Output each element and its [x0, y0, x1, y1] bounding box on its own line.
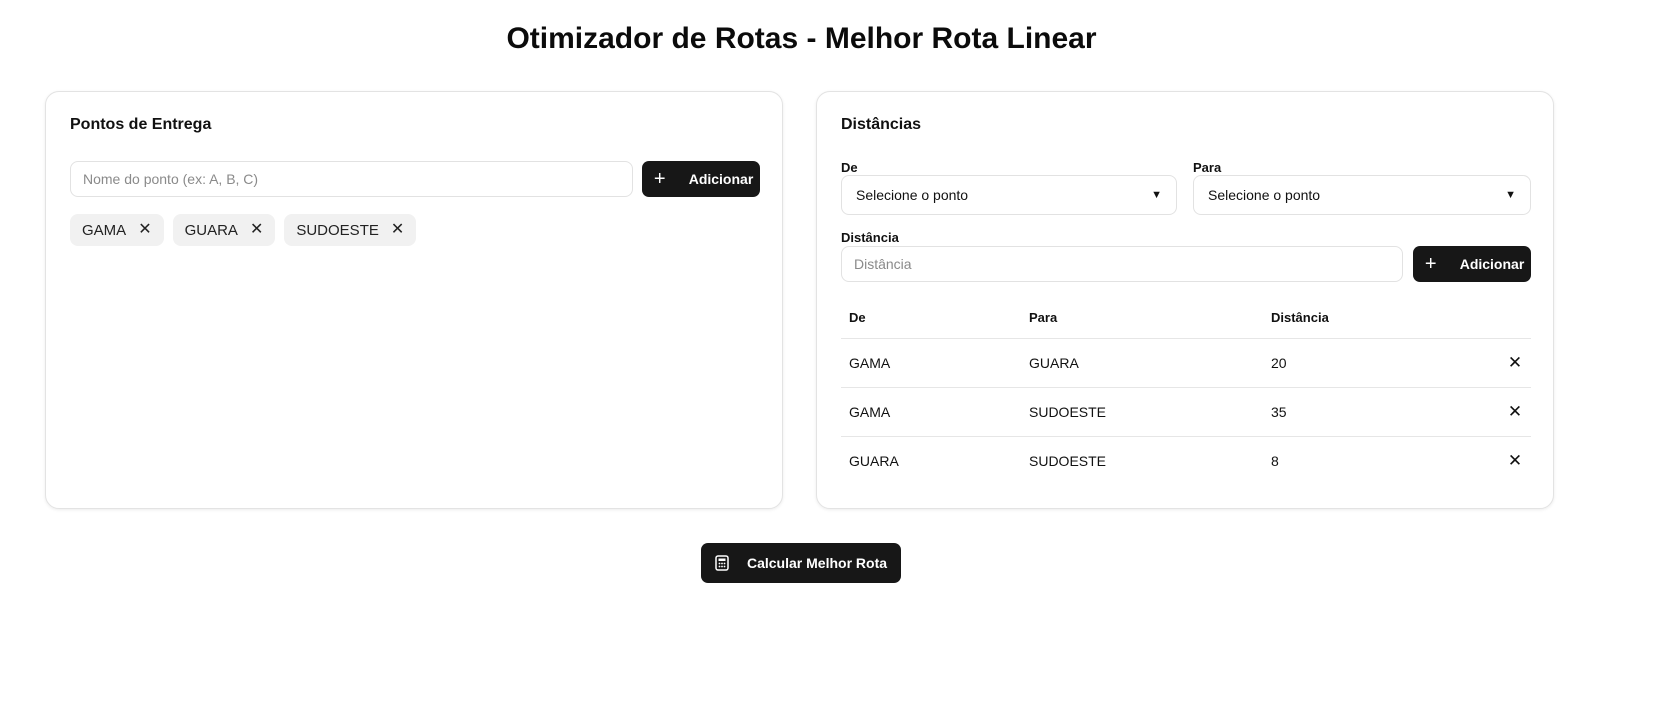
from-select-value: Selecione o ponto	[856, 187, 969, 203]
point-chips: GAMA ✕ GUARA ✕ SUDOESTE ✕	[70, 214, 417, 246]
to-select[interactable]: Selecione o ponto ▼	[1193, 175, 1531, 215]
point-name-input[interactable]	[70, 161, 633, 197]
add-distance-button[interactable]: + Adicionar	[1413, 246, 1531, 282]
calculator-icon	[715, 555, 729, 571]
point-chip: GUARA ✕	[172, 214, 276, 246]
from-label: De	[841, 160, 858, 175]
chevron-down-icon: ▼	[1505, 189, 1516, 201]
cell-to: SUDOESTE	[1021, 387, 1263, 437]
to-label: Para	[1193, 160, 1222, 175]
table-row: GAMA GUARA 20 ✕	[841, 338, 1531, 388]
header-from: De	[841, 296, 1021, 339]
point-chip-label: SUDOESTE	[296, 221, 379, 239]
cell-from: GAMA	[841, 387, 1021, 437]
distances-title: Distâncias	[841, 116, 922, 133]
plus-icon: +	[653, 168, 666, 190]
point-chip: GAMA ✕	[70, 214, 164, 246]
delete-row-icon[interactable]: ✕	[1508, 451, 1522, 470]
table-row: GUARA SUDOESTE 8 ✕	[841, 437, 1531, 486]
calculate-route-label: Calcular Melhor Rota	[746, 555, 888, 571]
cell-distance: 20	[1263, 338, 1499, 388]
add-distance-label: Adicionar	[1459, 256, 1525, 272]
cell-to: SUDOESTE	[1029, 453, 1107, 469]
table-header-row: De Para Distância	[841, 296, 1531, 339]
to-select-value: Selecione o ponto	[1208, 187, 1321, 203]
plus-icon: +	[1424, 253, 1437, 275]
cell-to: GUARA	[1021, 338, 1263, 388]
header-actions	[1499, 296, 1531, 339]
page-title: Otimizador de Rotas - Melhor Rota Linear	[506, 22, 1097, 55]
header-distance: Distância	[1263, 296, 1499, 339]
from-select[interactable]: Selecione o ponto ▼	[841, 175, 1177, 215]
point-chip: SUDOESTE ✕	[284, 214, 417, 246]
cell-distance: 8	[1271, 453, 1279, 469]
remove-point-icon[interactable]: ✕	[391, 222, 404, 238]
remove-point-icon[interactable]: ✕	[250, 222, 263, 238]
chevron-down-icon: ▼	[1151, 189, 1162, 201]
delete-row-icon[interactable]: ✕	[1508, 353, 1522, 372]
cell-from: GUARA	[849, 453, 899, 469]
cell-from: GAMA	[841, 338, 1021, 388]
header-to: Para	[1021, 296, 1263, 339]
point-chip-label: GUARA	[184, 221, 238, 239]
delete-row-icon[interactable]: ✕	[1508, 402, 1522, 421]
remove-point-icon[interactable]: ✕	[138, 222, 151, 238]
add-point-button[interactable]: + Adicionar	[642, 161, 760, 197]
calculate-route-button[interactable]: Calcular Melhor Rota	[701, 543, 901, 583]
distance-label: Distância	[841, 230, 899, 245]
distance-input[interactable]	[841, 246, 1403, 282]
distances-card: Distâncias De Selecione o ponto ▼ Para S…	[816, 91, 1554, 509]
table-row: GAMA SUDOESTE 35 ✕	[841, 387, 1531, 437]
delivery-points-card: Pontos de Entrega + Adicionar GAMA ✕ GUA…	[45, 91, 783, 509]
add-point-label: Adicionar	[688, 171, 754, 187]
point-chip-label: GAMA	[82, 221, 127, 239]
cell-distance: 35	[1263, 387, 1499, 437]
distances-table: De Para Distância GAMA GUARA 20 ✕ GAMA S…	[841, 296, 1531, 485]
delivery-points-title: Pontos de Entrega	[70, 116, 212, 133]
